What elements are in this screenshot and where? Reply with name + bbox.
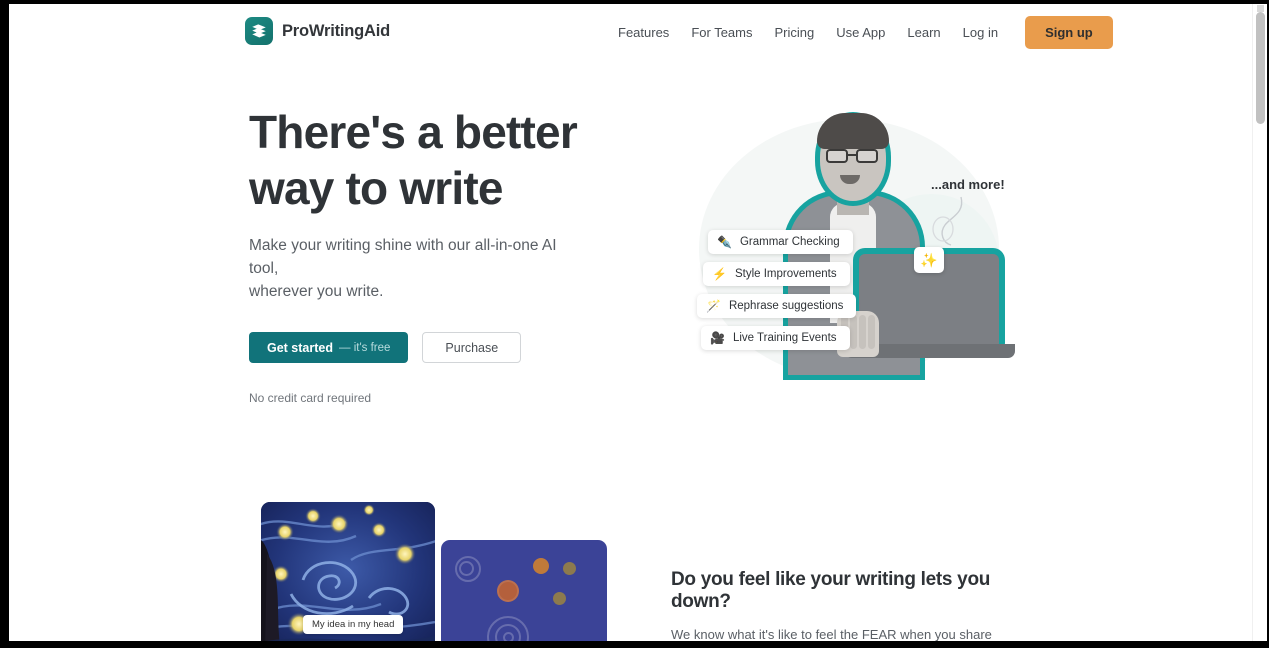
artwork-comparison: My idea in my head (255, 502, 607, 641)
vertical-scrollbar[interactable] (1252, 4, 1267, 641)
feature-pill-label: Live Training Events (732, 332, 837, 344)
nav-item-log-in[interactable]: Log in (952, 17, 1009, 48)
browser-frame: ProWritingAid Features For Teams Pricing… (0, 0, 1269, 648)
logo-text: ProWritingAid (282, 21, 391, 40)
get-started-label: Get started (267, 340, 333, 355)
nav-item-pricing[interactable]: Pricing (763, 17, 825, 48)
and-more-callout: ...and more! (931, 177, 1005, 192)
nav-item-for-teams[interactable]: For Teams (680, 17, 763, 48)
feature-pill-style-improvements[interactable]: ⚡ Style Improvements (703, 262, 850, 286)
hero-copy: There's a better way to write Make your … (249, 104, 649, 405)
get-started-button[interactable]: Get started — it's free (249, 332, 409, 363)
nav-item-use-app[interactable]: Use App (825, 17, 896, 48)
feature-pill-live-training-events[interactable]: 🎥 Live Training Events (701, 326, 850, 350)
scrollbar-thumb[interactable] (1256, 12, 1265, 124)
lightning-icon: ⚡ (712, 267, 727, 281)
glasses-icon (824, 149, 882, 163)
callout-line-icon (932, 196, 963, 246)
section-body: We know what it's like to feel the FEAR … (671, 627, 992, 641)
hero-illustration: ✨ ...and more! ✒️ Grammar Checking ⚡ Sty… (669, 99, 1029, 399)
logo[interactable]: ProWritingAid (245, 17, 390, 45)
idea-label: My idea in my head (303, 615, 404, 634)
no-credit-card-note: No credit card required (249, 391, 372, 405)
video-camera-icon: 🎥 (710, 331, 725, 345)
plain-drawing-card (441, 540, 607, 641)
writing-section: My idea in my head Do you feel like your… (9, 474, 1252, 641)
magic-wand-icon: 🪄 (706, 299, 721, 313)
person-hair (817, 113, 889, 149)
feature-pill-label: Style Improvements (734, 268, 837, 280)
feature-pill-rephrase-suggestions[interactable]: 🪄 Rephrase suggestions (697, 294, 857, 318)
window-bottom-edge (0, 641, 1269, 648)
sparkle-icon: ✨ (914, 247, 944, 273)
page-viewport: ProWritingAid Features For Teams Pricing… (9, 4, 1252, 641)
get-started-note: — it's free (339, 341, 391, 354)
feature-pill-grammar-checking[interactable]: ✒️ Grammar Checking (708, 230, 853, 254)
feature-pill-label: Grammar Checking (739, 236, 840, 248)
hero-cta-group: Get started — it's free Purchase (249, 332, 649, 363)
section-title: Do you feel like your writing lets you d… (671, 569, 991, 612)
window-left-edge (0, 0, 9, 648)
feature-pill-label: Rephrase suggestions (728, 300, 844, 312)
sign-up-button[interactable]: Sign up (1025, 16, 1113, 49)
writing-section-copy: Do you feel like your writing lets you d… (671, 569, 1016, 641)
pen-icon: ✒️ (717, 235, 732, 249)
page-title: There's a better way to write (249, 106, 578, 214)
scroll-up-arrow[interactable] (1257, 5, 1264, 12)
book-pages-icon (245, 17, 273, 45)
nav-item-features[interactable]: Features (607, 17, 680, 48)
feature-pill-list: ✒️ Grammar Checking ⚡ Style Improvements… (697, 230, 857, 350)
main-nav: Features For Teams Pricing Use App Learn… (607, 16, 1113, 49)
hero-subtitle: Make your writing shine with our all-in-… (249, 237, 557, 300)
purchase-button[interactable]: Purchase (422, 332, 522, 363)
nav-item-learn[interactable]: Learn (896, 17, 951, 48)
site-header: ProWritingAid Features For Teams Pricing… (9, 4, 1252, 61)
